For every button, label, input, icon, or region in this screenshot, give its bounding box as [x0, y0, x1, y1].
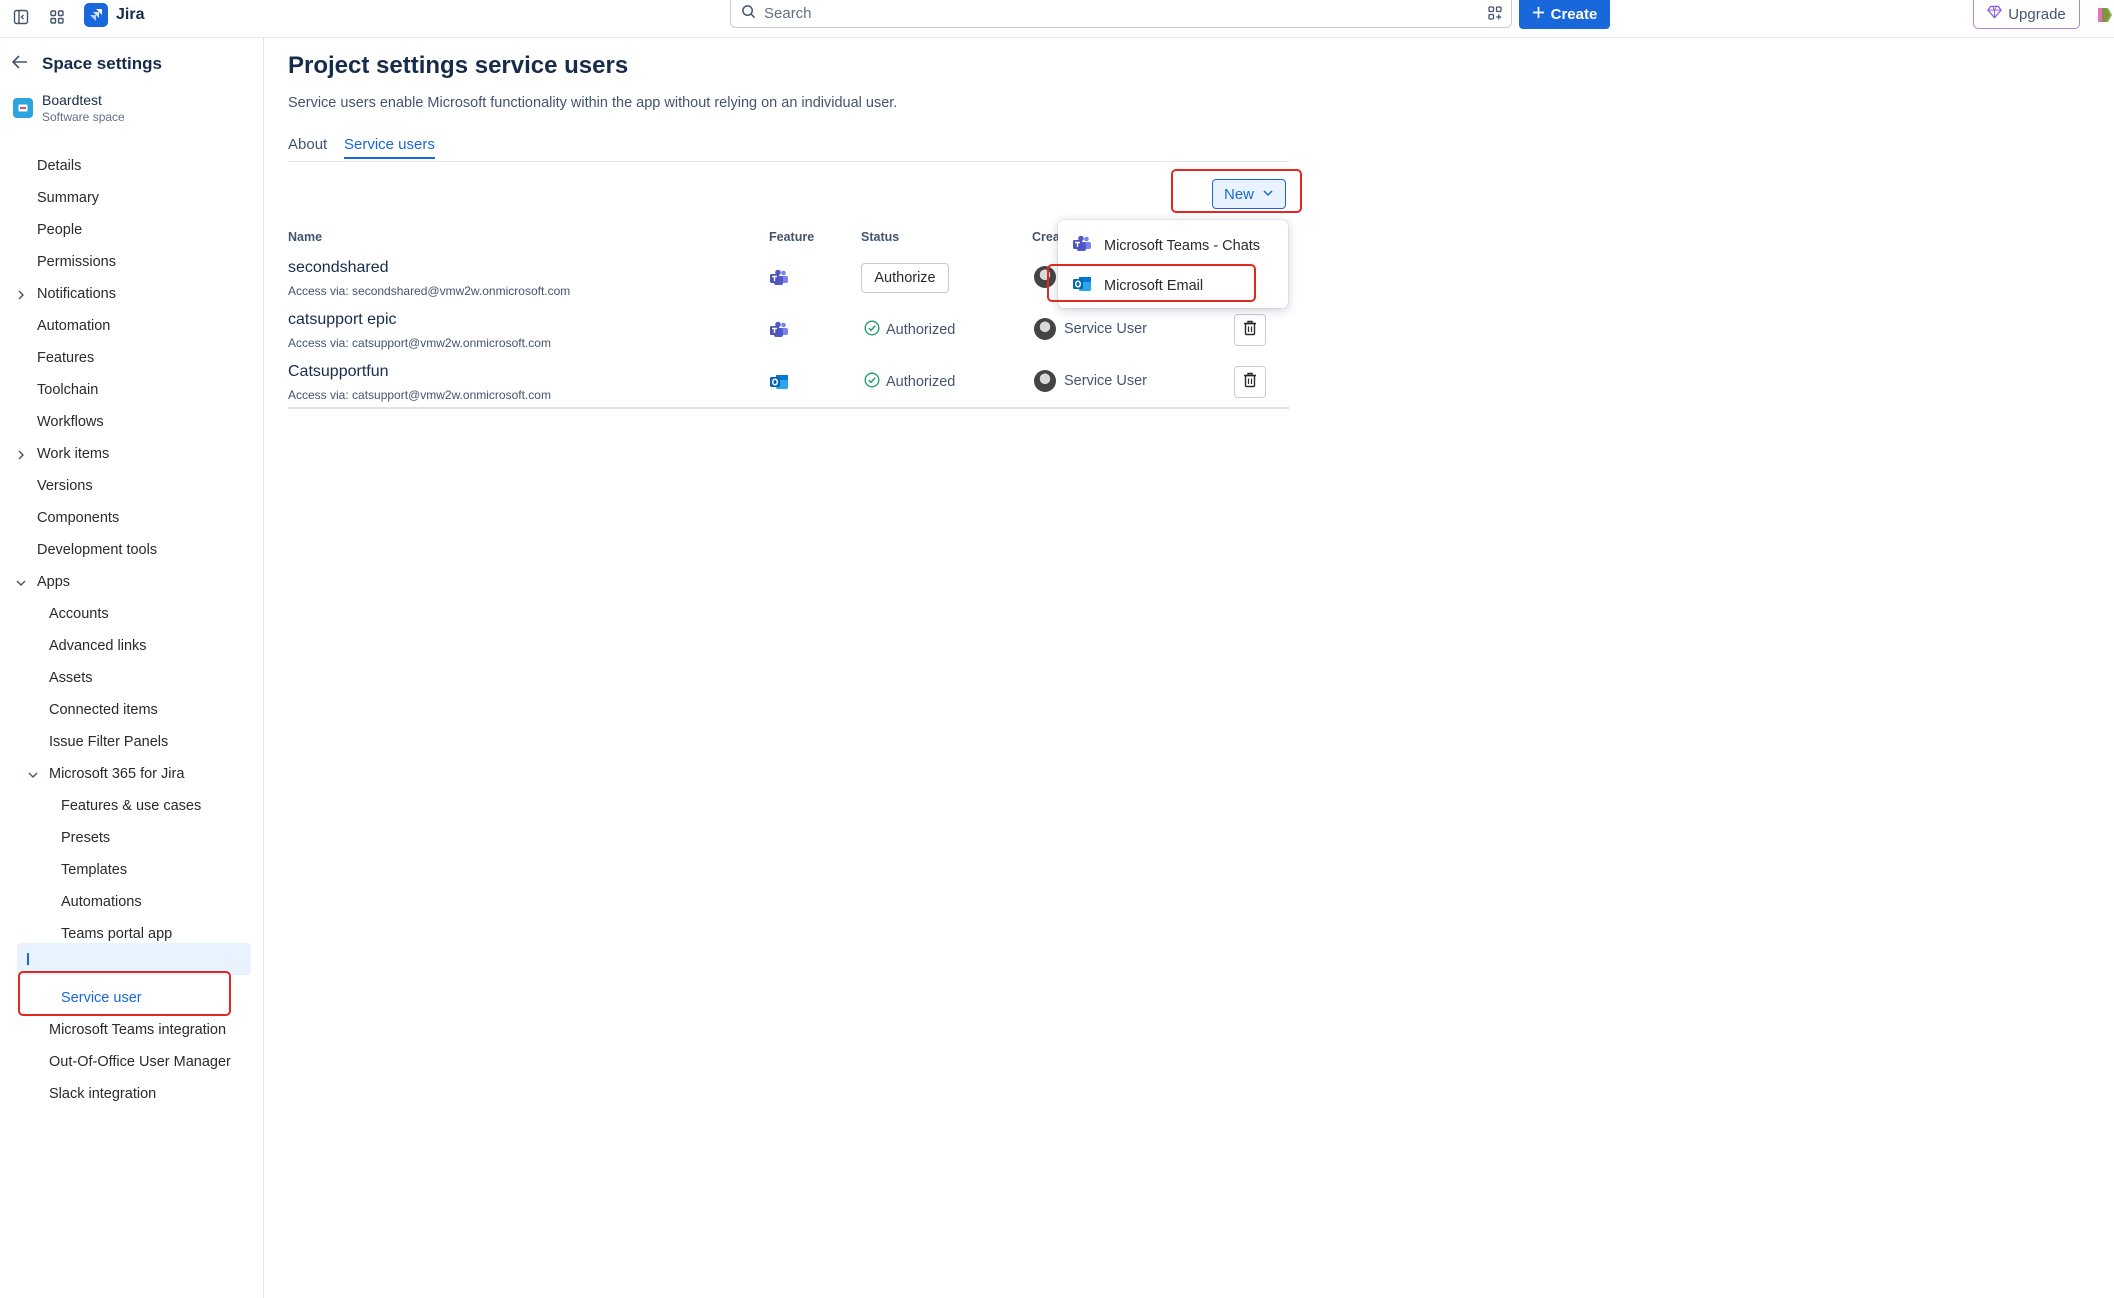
- column-header-creator[interactable]: Crea: [1032, 230, 1060, 244]
- row-2-status: Authorized: [864, 320, 955, 340]
- sidebar-title: Space settings: [42, 54, 162, 73]
- user-avatar: [1034, 370, 1056, 392]
- back-to-space[interactable]: Space settings: [11, 54, 162, 74]
- creator-name: Service User: [1064, 373, 1147, 389]
- sidebar-item-issue-filter-panels[interactable]: Issue Filter Panels: [49, 727, 168, 757]
- space-type: Software space: [42, 110, 125, 124]
- row-3-access: Access via: catsupport@vmw2w.onmicrosoft…: [288, 388, 551, 402]
- app-name[interactable]: Jira: [116, 6, 144, 24]
- teams-icon: [769, 268, 789, 288]
- chevron-right-icon[interactable]: [15, 448, 27, 460]
- search-input[interactable]: Search: [730, 0, 1512, 28]
- sidebar-item-versions[interactable]: Versions: [37, 471, 93, 501]
- sidebar-item-automation[interactable]: Automation: [37, 311, 110, 341]
- sidebar-item-ms-teams-integration[interactable]: Microsoft Teams integration: [49, 1015, 226, 1045]
- app-switcher-icon[interactable]: [44, 4, 70, 30]
- top-navigation: Jira Search Create Upgrade: [0, 0, 2114, 38]
- highlight-new-button: [1171, 169, 1302, 213]
- user-avatar: [1034, 318, 1056, 340]
- search-icon: [741, 4, 756, 24]
- space-name: Boardtest: [42, 92, 102, 108]
- sidebar-item-accounts[interactable]: Accounts: [49, 599, 109, 629]
- sidebar-item-presets[interactable]: Presets: [61, 823, 110, 853]
- sidebar-item-components[interactable]: Components: [37, 503, 119, 533]
- sidebar-toggle-icon[interactable]: [8, 4, 34, 30]
- trash-icon: [1243, 372, 1257, 393]
- search-placeholder: Search: [764, 5, 812, 22]
- highlight-service-user: [18, 971, 231, 1016]
- status-label: Authorized: [886, 322, 956, 338]
- jira-logo-icon[interactable]: [84, 3, 108, 27]
- chevron-down-icon[interactable]: [15, 576, 27, 588]
- outlook-icon: [769, 372, 789, 392]
- atlassian-intelligence-icon[interactable]: [2094, 5, 2114, 25]
- sidebar-item-summary[interactable]: Summary: [37, 183, 99, 213]
- sidebar-item-assets[interactable]: Assets: [49, 663, 93, 693]
- row-3-creator: Service User: [1034, 370, 1147, 392]
- chevron-down-icon[interactable]: [27, 768, 39, 780]
- create-label: Create: [1550, 6, 1598, 23]
- authorize-button[interactable]: Authorize: [861, 263, 949, 293]
- space-avatar-icon: [13, 98, 33, 118]
- sidebar-item-slack-integration[interactable]: Slack integration: [49, 1079, 156, 1109]
- delete-button[interactable]: [1234, 314, 1266, 346]
- page-title: Project settings service users: [288, 52, 629, 79]
- sidebar-item-automations[interactable]: Automations: [61, 887, 142, 917]
- sidebar-item-microsoft-365[interactable]: Microsoft 365 for Jira: [49, 759, 184, 789]
- sidebar-item-features[interactable]: Features: [37, 343, 94, 373]
- row-2-access: Access via: catsupport@vmw2w.onmicrosoft…: [288, 336, 551, 350]
- upgrade-label: Upgrade: [2008, 5, 2066, 23]
- sidebar-item-features-use-cases[interactable]: Features & use cases: [61, 791, 201, 821]
- sidebar-item-toolchain[interactable]: Toolchain: [37, 375, 98, 405]
- sidebar-item-development-tools[interactable]: Development tools: [37, 535, 157, 565]
- arrow-left-icon: [11, 54, 28, 74]
- create-button[interactable]: Create: [1519, 0, 1610, 29]
- search-filter-icon[interactable]: [1487, 5, 1503, 26]
- sidebar-item-apps[interactable]: Apps: [37, 567, 70, 597]
- sidebar-item-ooo-manager[interactable]: Out-Of-Office User Manager: [49, 1047, 231, 1077]
- status-label: Authorized: [886, 374, 956, 390]
- trash-icon: [1243, 320, 1257, 341]
- teams-icon: [769, 320, 789, 340]
- row-1-name: secondshared: [288, 259, 389, 276]
- sidebar-item-templates[interactable]: Templates: [61, 855, 127, 885]
- sidebar-item-work-items[interactable]: Work items: [37, 439, 109, 469]
- check-circle-icon: [864, 320, 880, 340]
- sidebar-item-advanced-links[interactable]: Advanced links: [49, 631, 147, 661]
- sidebar-item-permissions[interactable]: Permissions: [37, 247, 116, 277]
- sidebar-item-people[interactable]: People: [37, 215, 82, 245]
- menu-item-teams-chats[interactable]: Microsoft Teams - Chats: [1072, 234, 1260, 258]
- teams-icon: [1072, 234, 1092, 258]
- upgrade-button[interactable]: Upgrade: [1973, 0, 2080, 29]
- column-header-feature[interactable]: Feature: [769, 230, 814, 244]
- page-description: Service users enable Microsoft functiona…: [288, 95, 898, 111]
- column-header-name[interactable]: Name: [288, 230, 322, 244]
- active-indicator: [27, 953, 29, 965]
- sidebar-item-connected-items[interactable]: Connected items: [49, 695, 158, 725]
- column-header-status[interactable]: Status: [861, 230, 899, 244]
- plus-icon: [1532, 6, 1545, 23]
- creator-name: Service User: [1064, 321, 1147, 337]
- tab-bar: About Service users: [288, 136, 1289, 162]
- row-2-name: catsupport epic: [288, 311, 397, 328]
- space-header[interactable]: Boardtest Software space: [13, 92, 125, 124]
- gem-icon: [1987, 5, 2003, 23]
- row-3-name: Catsupportfun: [288, 363, 389, 380]
- sidebar-item-details[interactable]: Details: [37, 151, 81, 181]
- row-1-access: Access via: secondshared@vmw2w.onmicroso…: [288, 284, 571, 298]
- delete-button[interactable]: [1234, 366, 1266, 398]
- row-2-creator: Service User: [1034, 318, 1147, 340]
- check-circle-icon: [864, 372, 880, 392]
- chevron-right-icon[interactable]: [15, 288, 27, 300]
- row-3-status: Authorized: [864, 372, 955, 392]
- menu-item-label: Microsoft Teams - Chats: [1104, 238, 1261, 254]
- tab-about[interactable]: About: [288, 136, 327, 153]
- highlight-microsoft-email: [1047, 264, 1256, 302]
- sidebar-item-workflows[interactable]: Workflows: [37, 407, 104, 437]
- table-bottom-border: [288, 407, 1289, 409]
- sidebar-item-notifications[interactable]: Notifications: [37, 279, 116, 309]
- tab-service-users[interactable]: Service users: [344, 136, 435, 159]
